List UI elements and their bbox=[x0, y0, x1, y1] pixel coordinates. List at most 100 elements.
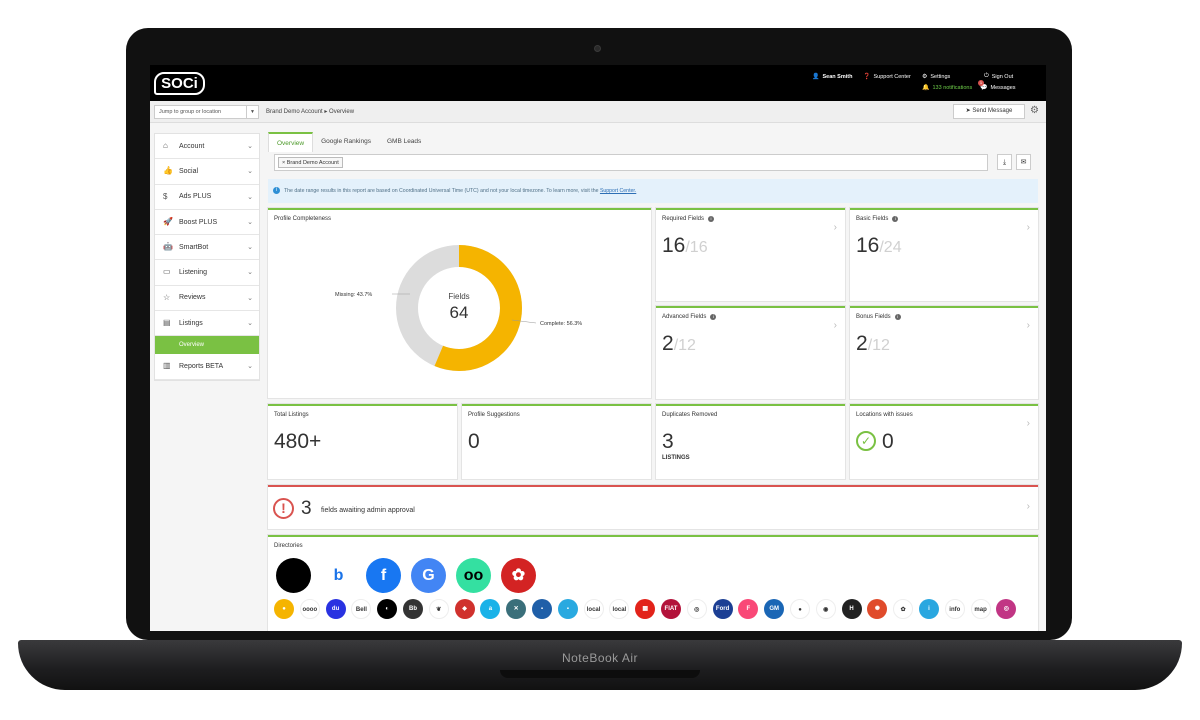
facebook-icon[interactable]: f bbox=[366, 558, 401, 593]
question-icon: ❓ bbox=[863, 74, 871, 80]
jump-select[interactable]: Jump to group or location ▼ bbox=[154, 105, 259, 119]
crumb-bar: Jump to group or location ▼ Brand Demo A… bbox=[150, 101, 1046, 123]
gm-icon[interactable]: GM bbox=[764, 599, 785, 619]
bird-icon[interactable]: ◆ bbox=[454, 599, 475, 619]
maps-icon[interactable]: ◉ bbox=[815, 599, 836, 619]
notifications-link[interactable]: 🔔 133 notifications bbox=[922, 84, 973, 92]
cyan-icon[interactable]: ▪ bbox=[557, 599, 578, 619]
admin-approval-alert[interactable]: ! 3 fields awaiting admin approval › bbox=[268, 485, 1038, 529]
chevron-down-icon: ▼ bbox=[246, 106, 258, 118]
baidu-icon[interactable]: du bbox=[325, 599, 346, 619]
sidebar-item-ads[interactable]: $ Ads PLUS ⌄ bbox=[155, 185, 259, 210]
chevron-down-icon: ⌄ bbox=[247, 193, 253, 201]
pin-icon[interactable]: ◎ bbox=[686, 599, 707, 619]
assistant-icon[interactable]: ● bbox=[790, 599, 810, 619]
bulb-icon[interactable]: ● bbox=[274, 599, 294, 619]
grid-icon[interactable]: ▦ bbox=[635, 599, 656, 619]
top-bar: SOCi 👤 Sean Smith ❓ Support Center ⚙ Set… bbox=[150, 65, 1046, 101]
a-icon[interactable]: a bbox=[480, 599, 501, 619]
value-main: 2 bbox=[856, 332, 868, 355]
bb-icon[interactable]: Bb bbox=[403, 599, 423, 619]
advanced-fields-card[interactable]: Advanced Fields i › 2/12 bbox=[656, 306, 845, 399]
info-i-icon[interactable]: i bbox=[919, 599, 939, 619]
locations-issues-card[interactable]: Locations with issues › ✓ 0 bbox=[850, 404, 1038, 479]
required-fields-card[interactable]: Required Fields i › 16/16 bbox=[656, 208, 845, 301]
tab-google-rankings[interactable]: Google Rankings bbox=[313, 132, 379, 152]
sidebar-item-listings[interactable]: ▤ Listings ⌄ bbox=[155, 311, 259, 337]
bell-icon[interactable]: Bell bbox=[351, 599, 372, 619]
google-business-icon[interactable]: G bbox=[411, 558, 446, 593]
instagram-icon[interactable]: ◎ bbox=[996, 599, 1017, 619]
info-icon[interactable]: i bbox=[892, 216, 899, 222]
huawei-icon[interactable]: ✿ bbox=[893, 599, 914, 619]
sidebar-item-boost[interactable]: 🚀 Boost PLUS ⌄ bbox=[155, 210, 259, 236]
apple-icon[interactable] bbox=[276, 558, 311, 593]
tab-bar: Overview Google Rankings GMB Leads bbox=[268, 132, 429, 152]
fiat-icon[interactable]: FIAT bbox=[661, 599, 681, 619]
chevron-down-icon: ⌄ bbox=[247, 168, 253, 176]
info-icon[interactable]: i bbox=[710, 314, 717, 320]
sidebar-item-account[interactable]: ⌂ Account ⌄ bbox=[155, 134, 259, 160]
tab-gmb-leads[interactable]: GMB Leads bbox=[379, 132, 429, 152]
info-icon[interactable]: i bbox=[708, 216, 715, 222]
sidebar-item-smartbot[interactable]: 🤖 SmartBot ⌄ bbox=[155, 235, 259, 261]
filter-chip[interactable]: × Brand Demo Account bbox=[278, 157, 343, 168]
chevron-down-icon: ⌄ bbox=[247, 363, 253, 371]
ford-icon[interactable]: Ford bbox=[712, 599, 733, 619]
tab-overview[interactable]: Overview bbox=[268, 132, 314, 152]
audi-icon[interactable]: oooo bbox=[299, 599, 320, 619]
page-settings-icon[interactable]: ⚙ bbox=[1030, 105, 1039, 116]
infofeed-icon[interactable]: info bbox=[944, 599, 965, 619]
total-listings-card[interactable]: Total Listings 480+ bbox=[268, 404, 457, 479]
foursquare-icon[interactable]: F bbox=[738, 599, 759, 619]
sidebar-item-reviews[interactable]: ☆ Reviews ⌄ bbox=[155, 286, 259, 312]
leaf-icon[interactable]: ❦ bbox=[428, 599, 449, 619]
card-title: Duplicates Removed bbox=[662, 412, 718, 418]
filter-input[interactable]: × Brand Demo Account bbox=[274, 154, 988, 171]
ilocal-icon[interactable]: local bbox=[609, 599, 630, 619]
card-title-text: Basic Fields bbox=[856, 216, 889, 222]
hummer-icon[interactable]: H bbox=[841, 599, 862, 619]
bar-chart-icon: ▥ bbox=[163, 361, 171, 371]
duplicates-removed-card[interactable]: Duplicates Removed 3 LISTINGS bbox=[656, 404, 845, 479]
gear-icon: ⚙ bbox=[922, 74, 928, 80]
send-message-button[interactable]: ➤ Send Message bbox=[953, 104, 1025, 119]
user-menu[interactable]: 👤 Sean Smith bbox=[812, 73, 852, 81]
download-button[interactable]: ⤓ bbox=[997, 154, 1012, 170]
support-link[interactable]: ❓ Support Center bbox=[863, 73, 911, 81]
email-button[interactable]: ✉ bbox=[1016, 154, 1031, 170]
info-icon[interactable]: i bbox=[894, 314, 901, 320]
sidebar-item-reports[interactable]: ▥ Reports BETA ⌄ bbox=[155, 354, 259, 380]
chevron-down-icon: ⌄ bbox=[247, 269, 253, 277]
notifications-label: 133 notifications bbox=[932, 84, 973, 91]
bmw-icon[interactable]: ◐ bbox=[377, 599, 398, 619]
fish-icon[interactable]: ✺ bbox=[867, 599, 888, 619]
sidebar-item-social[interactable]: 👍 Social ⌄ bbox=[155, 159, 259, 185]
profile-suggestions-card[interactable]: Profile Suggestions 0 bbox=[462, 404, 651, 479]
bing-icon[interactable]: b bbox=[321, 558, 356, 593]
settings-link[interactable]: ⚙ Settings bbox=[922, 73, 950, 81]
bonus-fields-card[interactable]: Bonus Fields i › 2/12 bbox=[850, 306, 1038, 399]
yelp-icon[interactable]: ✿ bbox=[501, 558, 536, 593]
card-value: 0 bbox=[468, 430, 480, 453]
chevron-right-icon: › bbox=[1026, 418, 1030, 429]
card-title: Advanced Fields i bbox=[662, 314, 717, 320]
x-icon[interactable]: ✕ bbox=[506, 599, 527, 619]
chat-icon: ▭ bbox=[163, 267, 171, 277]
breadcrumb[interactable]: Brand Demo Account ▸ Overview bbox=[266, 108, 354, 115]
tripadvisor-icon[interactable]: oo bbox=[456, 558, 491, 593]
sidebar-item-listening[interactable]: ▭ Listening ⌄ bbox=[155, 260, 259, 286]
signout-link[interactable]: ⏻ Sign Out bbox=[984, 73, 1013, 80]
sidebar-subitem-overview[interactable]: Overview bbox=[155, 336, 259, 355]
support-center-link[interactable]: Support Center. bbox=[600, 188, 636, 194]
soci-logo[interactable]: SOCi bbox=[154, 72, 205, 95]
card-title: Locations with issues bbox=[856, 412, 913, 418]
donut-center-value: 64 bbox=[449, 303, 469, 322]
signout-icon: ⏻ bbox=[984, 73, 989, 79]
blue-icon[interactable]: ▪ bbox=[532, 599, 552, 619]
messages-link[interactable]: 💬 1 Messages bbox=[978, 80, 1016, 91]
map-text-icon[interactable]: map bbox=[970, 599, 991, 619]
chevron-right-icon: › bbox=[833, 222, 837, 233]
local-icon[interactable]: local bbox=[583, 599, 604, 619]
basic-fields-card[interactable]: Basic Fields i › 16/24 bbox=[850, 208, 1038, 301]
